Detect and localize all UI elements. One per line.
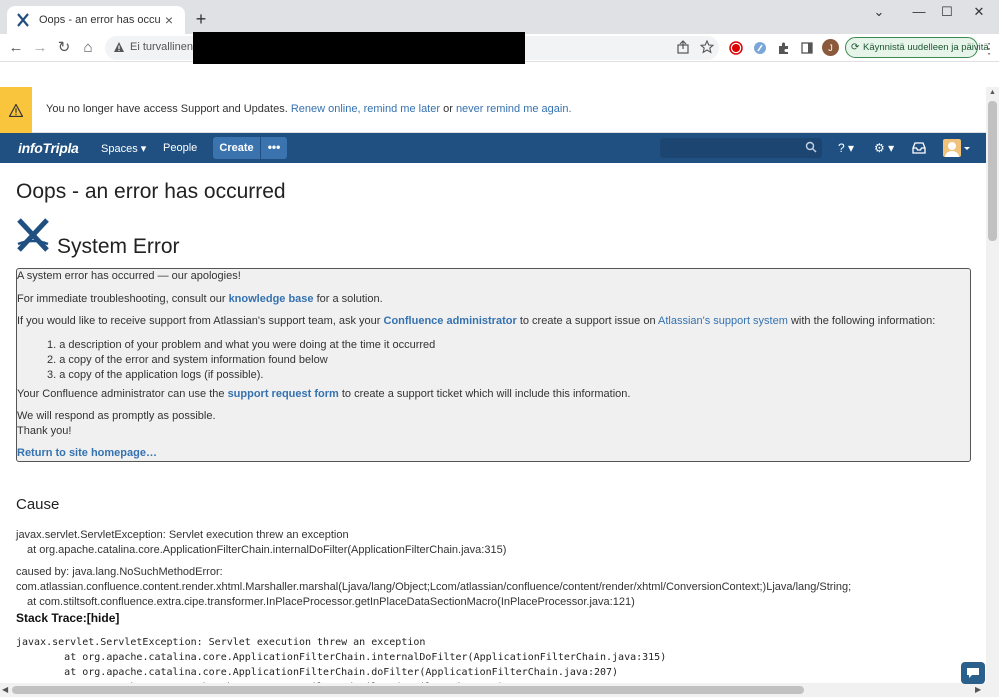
cause-line: com.atlassian.confluence.content.render.… — [16, 581, 852, 593]
banner-or: or — [443, 103, 453, 115]
warning-triangle-icon — [9, 103, 23, 117]
admin-prefix: Your Confluence administrator can use th… — [17, 388, 225, 400]
banner-text: You no longer have access Support and Up… — [46, 103, 288, 115]
close-window-button[interactable]: ✕ — [959, 0, 999, 26]
spaces-menu[interactable]: Spaces ▾ — [101, 142, 146, 155]
page-title: Oops - an error has occurred — [16, 180, 286, 203]
browser-tab[interactable]: Oops - an error has occurred - I × — [7, 6, 185, 34]
create-more-button[interactable]: ••• — [261, 137, 287, 159]
vertical-scroll-thumb[interactable] — [988, 101, 997, 241]
support-prefix: If you would like to receive support fro… — [17, 315, 381, 327]
support-mid: to create a support issue on — [519, 315, 656, 327]
system-error-title: System Error — [57, 235, 180, 258]
thanks-text: Thank you! — [17, 425, 72, 437]
home-button[interactable]: ⌂ — [78, 38, 98, 58]
stack-trace: javax.servlet.ServletException: Servlet … — [16, 637, 667, 683]
notifications-inbox-icon[interactable] — [912, 139, 926, 157]
extension-icon[interactable] — [752, 40, 768, 56]
tab-title: Oops - an error has occurred - I — [39, 14, 161, 26]
support-system-link[interactable]: Atlassian's support system — [658, 315, 788, 327]
redacted-url[interactable] — [193, 32, 525, 64]
browser-menu-icon[interactable]: ⋮ — [982, 38, 996, 58]
people-link[interactable]: People — [163, 142, 197, 154]
admin-line: Your Confluence administrator can use th… — [17, 388, 630, 400]
banner-message: You no longer have access Support and Up… — [46, 103, 572, 115]
share-icon[interactable] — [675, 40, 691, 56]
cause-line: at org.apache.catalina.core.ApplicationF… — [27, 544, 507, 556]
tab-search-icon[interactable]: ⌄ — [859, 0, 899, 26]
cause-heading: Cause — [16, 496, 60, 513]
address-bar[interactable]: Ei turvallinen — [105, 32, 719, 64]
error-message-box: A system error has occurred — our apolog… — [16, 268, 971, 462]
confluence-header: infoTripla Spaces ▾ People Create ••• ? … — [0, 133, 986, 163]
support-request-form-link[interactable]: support request form — [228, 388, 339, 400]
list-item: 2. a copy of the error and system inform… — [47, 354, 328, 366]
troubleshoot-line: For immediate troubleshooting, consult o… — [17, 293, 383, 305]
warning-stripe — [0, 87, 32, 133]
search-icon — [805, 141, 817, 153]
never-remind-link[interactable]: never remind me again. — [456, 103, 572, 115]
support-suffix: with the following information: — [790, 315, 936, 327]
browser-tabstrip: Oops - an error has occurred - I × + ⌄ —… — [0, 0, 999, 34]
settings-gear-icon[interactable]: ⚙ ▾ — [874, 139, 894, 157]
reload-button[interactable]: ↻ — [54, 38, 74, 58]
vertical-scrollbar[interactable]: ▲ — [986, 87, 999, 683]
help-menu-icon[interactable]: ? ▾ — [838, 139, 854, 157]
horizontal-scroll-thumb[interactable] — [12, 686, 804, 694]
confluence-logo-icon — [17, 218, 49, 252]
update-refresh-icon: ⟳ — [851, 42, 860, 53]
respond-text: We will respond as promptly as possible. — [17, 410, 216, 422]
tab-close-icon[interactable]: × — [161, 12, 177, 28]
list-item: 1. a description of your problem and wha… — [47, 339, 436, 351]
restart-update-button[interactable]: ⟳ Käynnistä uudelleen ja päivitä — [845, 37, 989, 58]
security-label[interactable]: Ei turvallinen — [130, 41, 193, 53]
return-homepage-link[interactable]: Return to site homepage… — [17, 447, 157, 459]
search-input[interactable] — [660, 138, 822, 158]
troubleshoot-prefix: For immediate troubleshooting, consult o… — [17, 293, 226, 305]
page-viewport: You no longer have access Support and Up… — [0, 87, 986, 683]
record-extension-icon[interactable] — [728, 40, 744, 56]
remind-later-link[interactable]: remind me later — [364, 103, 440, 115]
feedback-chat-button[interactable] — [961, 662, 985, 684]
not-secure-warning-icon[interactable] — [113, 41, 125, 56]
back-button[interactable]: ← — [6, 38, 26, 58]
side-panel-icon[interactable] — [799, 40, 815, 56]
cause-line: caused by: java.lang.NoSuchMethodError: — [16, 566, 223, 578]
list-item: 3. a copy of the application logs (if po… — [47, 369, 264, 381]
scroll-left-icon[interactable]: ◀ — [2, 685, 8, 694]
support-line: If you would like to receive support fro… — [17, 315, 935, 327]
stack-trace-toggle[interactable]: Stack Trace:[hide] — [16, 611, 119, 625]
site-logo[interactable]: infoTripla — [18, 140, 79, 156]
info-list: 1. a description of your problem and wha… — [47, 338, 435, 383]
renew-online-link[interactable]: Renew online, — [291, 103, 361, 115]
confluence-admin-link[interactable]: Confluence administrator — [384, 315, 517, 327]
license-banner: You no longer have access Support and Up… — [0, 87, 986, 133]
bookmark-star-icon[interactable] — [699, 39, 715, 56]
scroll-right-icon[interactable]: ▶ — [975, 685, 981, 694]
user-avatar[interactable] — [943, 139, 973, 157]
forward-button[interactable]: → — [30, 38, 50, 58]
troubleshoot-suffix: for a solution. — [316, 293, 383, 305]
confluence-favicon-icon — [15, 12, 31, 28]
horizontal-scrollbar[interactable]: ◀ ▶ — [0, 683, 999, 697]
extensions-puzzle-icon[interactable] — [776, 40, 792, 56]
restart-label: Käynnistä uudelleen ja päivitä — [863, 42, 989, 53]
chat-bubble-icon — [967, 668, 979, 678]
profile-avatar[interactable]: J — [822, 39, 839, 56]
create-button[interactable]: Create — [213, 137, 260, 159]
cause-line: javax.servlet.ServletException: Servlet … — [16, 529, 349, 541]
admin-suffix: to create a support ticket which will in… — [341, 388, 631, 400]
scroll-up-icon[interactable]: ▲ — [989, 89, 996, 96]
cause-line: at com.stiltsoft.confluence.extra.cipe.t… — [27, 596, 635, 608]
knowledge-base-link[interactable]: knowledge base — [229, 293, 314, 305]
new-tab-button[interactable]: + — [192, 10, 210, 28]
apology-text: A system error has occurred — our apolog… — [17, 270, 241, 282]
